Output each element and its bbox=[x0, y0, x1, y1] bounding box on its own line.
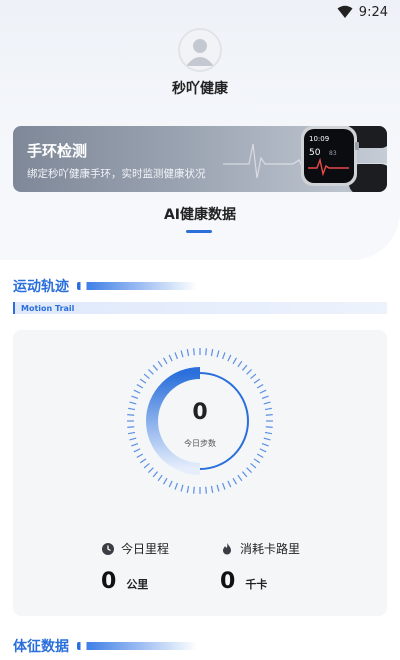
dial-tick bbox=[157, 474, 163, 482]
watch-value: 50 bbox=[309, 148, 321, 158]
motion-section-title: 运动轨迹 bbox=[13, 279, 69, 295]
dial-tick bbox=[127, 426, 135, 428]
dial-tick bbox=[147, 368, 154, 375]
vitals-section-header: 体征数据 bbox=[13, 636, 197, 656]
dial-tick bbox=[250, 462, 257, 469]
dial-tick bbox=[227, 480, 232, 488]
distance-value: 0 bbox=[101, 569, 117, 594]
dial-tick bbox=[246, 368, 253, 375]
distance-metric: 今日里程 0 公里 bbox=[101, 540, 169, 594]
dial-tick bbox=[253, 458, 261, 464]
avatar[interactable] bbox=[178, 28, 222, 72]
calories-unit: 千卡 bbox=[245, 578, 268, 591]
calories-value: 0 bbox=[220, 569, 236, 594]
flame-icon bbox=[223, 542, 231, 554]
dial-tick bbox=[193, 486, 195, 494]
dial-tick bbox=[232, 357, 238, 365]
dial-tick bbox=[261, 395, 269, 399]
band-card-title: 手环检测 bbox=[27, 142, 88, 160]
dial-tick bbox=[168, 480, 173, 488]
dial-tick bbox=[241, 471, 248, 478]
dial-tick bbox=[205, 348, 207, 356]
motion-subtitle: Motion Trail bbox=[13, 302, 387, 314]
section-decor-bar bbox=[77, 282, 197, 290]
band-detection-card[interactable]: 手环检测 绑定秒吖健康手环，实时监测健康状况 10:09 50 83 bbox=[13, 126, 387, 192]
dial-tick bbox=[168, 354, 173, 362]
dial-tick bbox=[131, 395, 139, 399]
dial-tick bbox=[147, 467, 154, 474]
dial-tick bbox=[222, 352, 226, 360]
dial-tick bbox=[174, 352, 178, 360]
dial-tick bbox=[222, 482, 226, 490]
watch-sub-value: 83 bbox=[329, 150, 337, 157]
dial-tick bbox=[250, 373, 257, 380]
dial-tick bbox=[259, 389, 267, 394]
dial-tick bbox=[256, 383, 264, 389]
ai-title-underline bbox=[186, 230, 212, 233]
dial-tick bbox=[193, 348, 195, 356]
dial-tick bbox=[174, 482, 178, 490]
dial-tick bbox=[133, 448, 141, 453]
dial-tick bbox=[152, 471, 159, 478]
status-time: 9:24 bbox=[358, 4, 388, 20]
steps-value: 0 bbox=[192, 400, 208, 425]
clock-icon bbox=[102, 542, 114, 555]
dial-tick bbox=[237, 360, 243, 368]
vitals-section-title: 体征数据 bbox=[13, 639, 69, 655]
motion-stats-card: 0 今日步数 今日里程 0 公里 消耗卡路里 0 千卡 bbox=[13, 330, 387, 616]
dial-tick bbox=[136, 453, 144, 459]
dial-tick bbox=[210, 349, 214, 357]
dial-tick bbox=[259, 448, 267, 453]
dial-tick bbox=[241, 364, 248, 371]
dial-tick bbox=[180, 484, 184, 492]
dial-tick bbox=[205, 486, 207, 494]
calories-metric: 消耗卡路里 0 千卡 bbox=[220, 540, 300, 594]
distance-unit: 公里 bbox=[126, 578, 149, 591]
dial-tick bbox=[128, 431, 136, 435]
smartwatch-image: 10:09 50 83 bbox=[301, 126, 387, 192]
dial-tick bbox=[133, 389, 141, 394]
dial-tick bbox=[246, 467, 253, 474]
dial-tick bbox=[186, 485, 190, 493]
band-card-subtitle: 绑定秒吖健康手环，实时监测健康状况 bbox=[27, 168, 206, 180]
dial-tick bbox=[136, 383, 144, 389]
dial-tick bbox=[265, 426, 273, 428]
dial-tick bbox=[264, 431, 272, 435]
dial-tick bbox=[237, 474, 243, 482]
motion-section-header: 运动轨迹 bbox=[13, 276, 197, 296]
wifi-icon bbox=[337, 5, 353, 18]
watch-time: 10:09 bbox=[309, 135, 329, 143]
dial-tick bbox=[162, 357, 168, 365]
dial-tick bbox=[216, 350, 220, 358]
dial-tick bbox=[152, 364, 159, 371]
dial-tick bbox=[253, 378, 261, 384]
dial-tick bbox=[210, 485, 214, 493]
section-decor-bar bbox=[77, 642, 197, 650]
distance-label: 今日里程 bbox=[121, 542, 170, 556]
app-name: 秒吖健康 bbox=[172, 81, 228, 97]
dial-tick bbox=[139, 458, 147, 464]
dial-tick bbox=[186, 349, 190, 357]
dial-tick bbox=[232, 477, 238, 485]
steps-label: 今日步数 bbox=[184, 439, 216, 448]
dial-tick bbox=[180, 350, 184, 358]
dial-tick bbox=[143, 373, 150, 380]
calories-label: 消耗卡路里 bbox=[240, 542, 301, 556]
dial-tick bbox=[157, 360, 163, 368]
user-icon bbox=[186, 39, 214, 66]
dial-tick bbox=[227, 354, 232, 362]
dial-tick bbox=[162, 477, 168, 485]
dial-tick bbox=[139, 378, 147, 384]
dial-tick bbox=[216, 484, 220, 492]
dial-tick bbox=[143, 462, 150, 469]
dial-tick bbox=[256, 453, 264, 459]
ai-health-data-title: AI健康数据 bbox=[163, 207, 237, 223]
status-bar: 9:24 bbox=[0, 0, 400, 24]
